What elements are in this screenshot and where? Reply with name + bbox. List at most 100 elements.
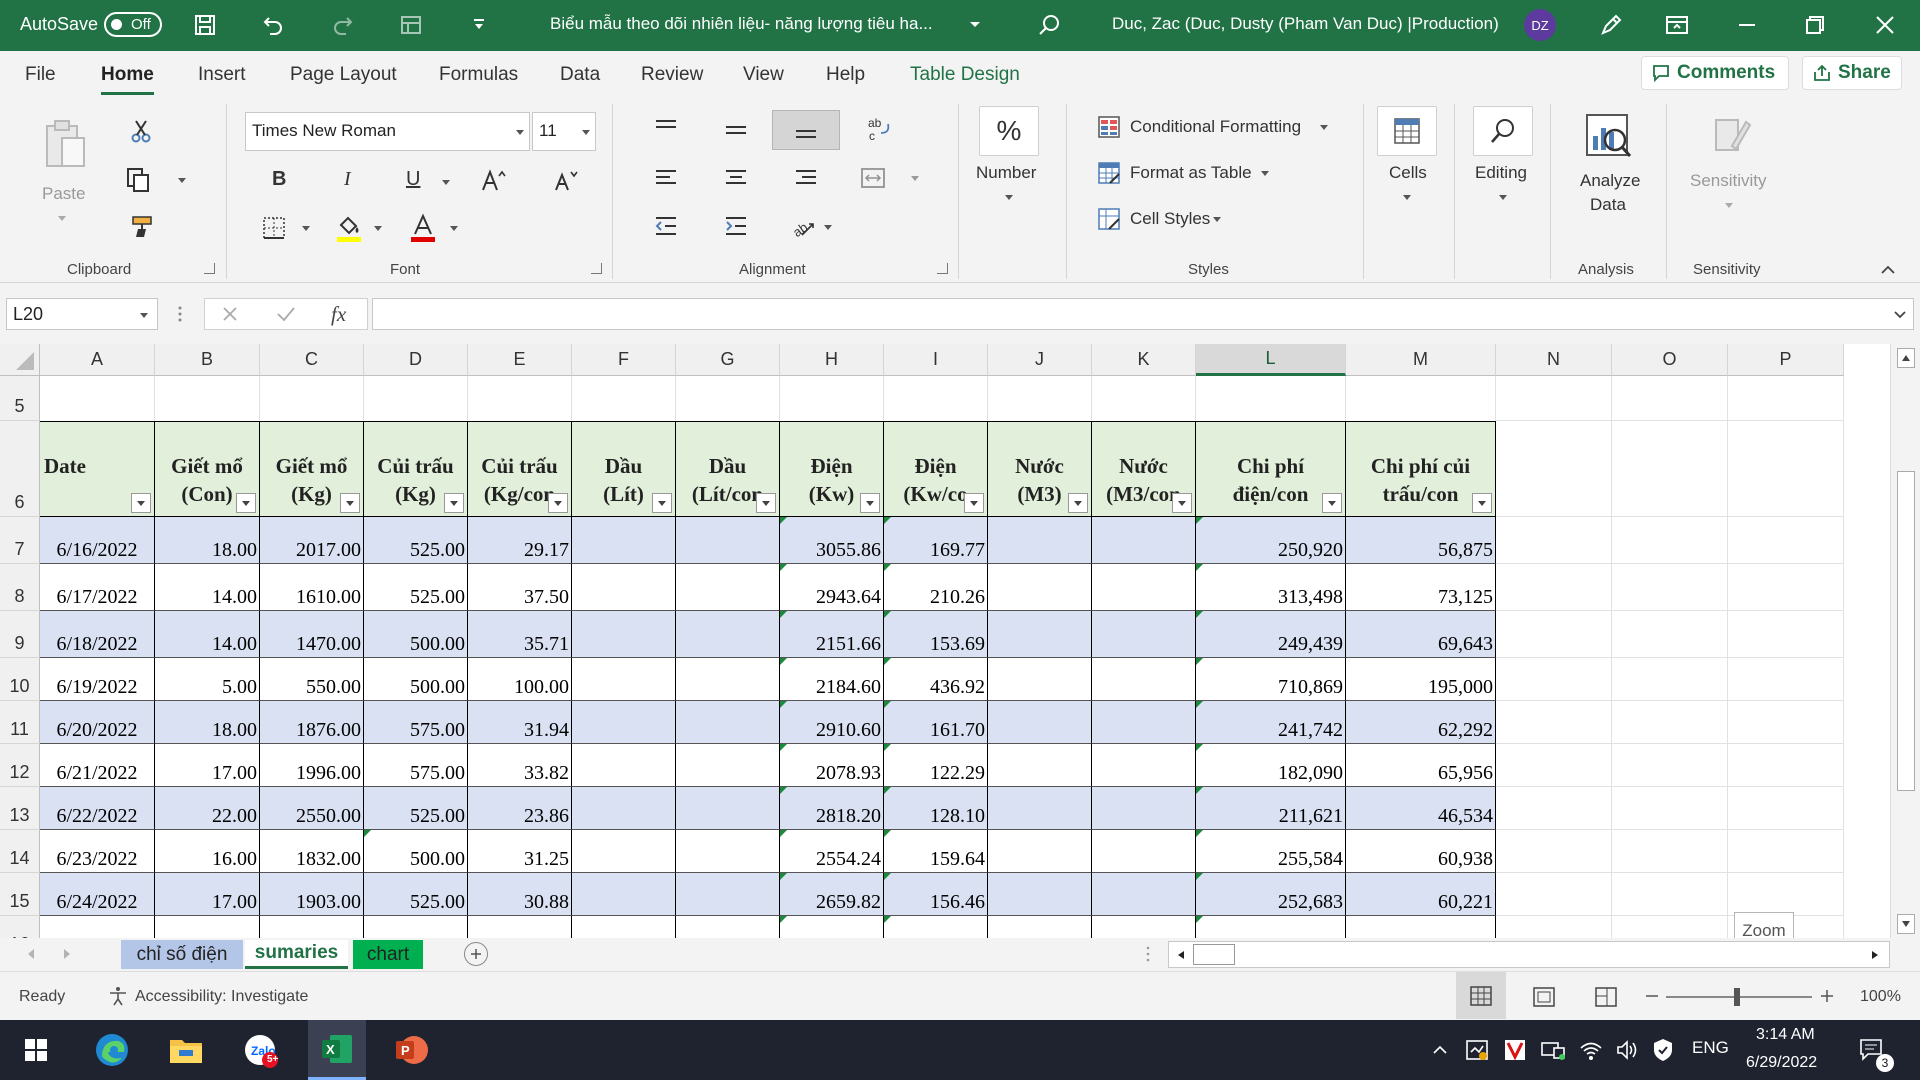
- table-cell[interactable]: 16.00: [155, 830, 260, 873]
- empty-cell[interactable]: [1612, 517, 1728, 564]
- table-cell[interactable]: 22.92: [468, 916, 572, 938]
- top-align-icon[interactable]: [652, 116, 680, 140]
- column-header-f[interactable]: F: [572, 344, 676, 376]
- merge-center-icon[interactable]: [858, 164, 888, 192]
- borders-icon[interactable]: [260, 214, 288, 242]
- empty-cell[interactable]: [1346, 376, 1496, 421]
- table-cell[interactable]: 6/25/2022: [40, 916, 155, 938]
- table-cell[interactable]: 249,439: [1196, 611, 1346, 658]
- share-button[interactable]: Share: [1802, 56, 1902, 90]
- table-cell[interactable]: 2699.52: [780, 916, 884, 938]
- row-header-7[interactable]: 7: [0, 517, 40, 564]
- tab-view[interactable]: View: [743, 64, 784, 86]
- table-cell[interactable]: 2550.00: [260, 787, 364, 830]
- number-dropdown-icon[interactable]: [1005, 195, 1013, 200]
- table-cell[interactable]: 156.46: [884, 873, 988, 916]
- filter-dropdown-icon[interactable]: [860, 493, 880, 513]
- empty-cell[interactable]: [988, 376, 1092, 421]
- font-name-dropdown-icon[interactable]: [516, 130, 524, 135]
- file-explorer-icon[interactable]: [164, 1030, 208, 1070]
- empty-cell[interactable]: [1496, 787, 1612, 830]
- table-cell[interactable]: 550.00: [260, 658, 364, 701]
- table-cell[interactable]: 112.48: [884, 916, 988, 938]
- table-cell[interactable]: [1092, 830, 1196, 873]
- table-cell[interactable]: 65,956: [1346, 744, 1496, 787]
- clock-date[interactable]: 6/29/2022: [1746, 1054, 1817, 1072]
- table-cell[interactable]: 161.70: [884, 701, 988, 744]
- page-layout-view-icon[interactable]: [1520, 984, 1568, 1010]
- alignment-launcher-icon[interactable]: [937, 263, 948, 274]
- empty-cell[interactable]: [676, 376, 780, 421]
- ribbon-display-icon[interactable]: [1662, 10, 1692, 40]
- table-cell[interactable]: 2659.82: [780, 873, 884, 916]
- row-header-16[interactable]: 16: [0, 916, 40, 938]
- sheet-tab-active[interactable]: sumaries: [245, 940, 348, 969]
- conditional-formatting-label[interactable]: Conditional Formatting: [1130, 117, 1301, 137]
- comments-button[interactable]: Comments: [1641, 56, 1789, 90]
- font-name-select[interactable]: Times New Roman: [245, 112, 530, 151]
- number-format-button[interactable]: %: [979, 106, 1039, 156]
- tray-app-icon[interactable]: [1462, 1030, 1492, 1070]
- table-cell[interactable]: 62,292: [1346, 701, 1496, 744]
- wifi-icon[interactable]: [1576, 1030, 1606, 1070]
- filter-dropdown-icon[interactable]: [340, 493, 360, 513]
- paste-label[interactable]: Paste: [42, 184, 85, 204]
- underline-dropdown-icon[interactable]: [442, 180, 450, 185]
- row-header-6[interactable]: 6: [0, 421, 40, 517]
- table-cell[interactable]: 2943.64: [780, 564, 884, 611]
- empty-cell[interactable]: [1612, 564, 1728, 611]
- format-as-table-dropdown-icon[interactable]: [1261, 171, 1269, 176]
- empty-cell[interactable]: [1092, 376, 1196, 421]
- collapse-ribbon-icon[interactable]: [1878, 262, 1898, 278]
- table-cell[interactable]: 550.00: [364, 916, 468, 938]
- cell-styles-label[interactable]: Cell Styles: [1130, 209, 1210, 229]
- table-cell[interactable]: 2078.93: [780, 744, 884, 787]
- table-cell[interactable]: 31.94: [468, 701, 572, 744]
- tab-file[interactable]: File: [25, 64, 56, 86]
- row-header-5[interactable]: 5: [0, 376, 40, 421]
- table-cell[interactable]: 18.00: [155, 701, 260, 744]
- table-header-cell[interactable]: Dầu (Lít): [572, 421, 676, 517]
- column-header-l[interactable]: L: [1196, 344, 1346, 376]
- table-cell[interactable]: 60,938: [1346, 830, 1496, 873]
- excel-taskbar-icon[interactable]: X: [308, 1020, 366, 1080]
- tab-home[interactable]: Home: [101, 64, 154, 95]
- empty-cell[interactable]: [1496, 421, 1612, 517]
- table-cell[interactable]: 1832.00: [260, 830, 364, 873]
- table-cell[interactable]: 169.77: [884, 517, 988, 564]
- conditional-formatting-dropdown-icon[interactable]: [1320, 125, 1328, 130]
- table-cell[interactable]: 31.25: [468, 830, 572, 873]
- increase-indent-icon[interactable]: [722, 212, 750, 240]
- underline-button[interactable]: U: [406, 168, 420, 191]
- table-cell[interactable]: 18.00: [155, 517, 260, 564]
- empty-cell[interactable]: [1612, 701, 1728, 744]
- cancel-icon[interactable]: [218, 302, 242, 326]
- table-cell[interactable]: [1092, 787, 1196, 830]
- table-cell[interactable]: 100.00: [468, 658, 572, 701]
- column-header-n[interactable]: N: [1496, 344, 1612, 376]
- filter-dropdown-icon[interactable]: [236, 493, 256, 513]
- table-cell[interactable]: 56,875: [1346, 517, 1496, 564]
- cells-button[interactable]: [1377, 106, 1437, 156]
- windows-start-icon[interactable]: [14, 1030, 58, 1070]
- table-cell[interactable]: 17.00: [155, 744, 260, 787]
- table-cell[interactable]: [676, 787, 780, 830]
- table-cell[interactable]: 23.86: [468, 787, 572, 830]
- copy-dropdown-icon[interactable]: [178, 178, 186, 183]
- tab-data[interactable]: Data: [560, 64, 600, 86]
- table-cell[interactable]: [676, 611, 780, 658]
- empty-cell[interactable]: [1728, 744, 1844, 787]
- empty-cell[interactable]: [1612, 421, 1728, 517]
- table-cell[interactable]: 525.00: [364, 564, 468, 611]
- prev-sheet-icon[interactable]: [24, 946, 38, 962]
- worksheet-grid[interactable]: ABCDEFGHIJKLMNOP5678910111213141516Date …: [0, 344, 1890, 938]
- table-cell[interactable]: 1903.00: [260, 873, 364, 916]
- table-cell[interactable]: 2554.24: [780, 830, 884, 873]
- table-cell[interactable]: 159.64: [884, 830, 988, 873]
- column-header-i[interactable]: I: [884, 344, 988, 376]
- table-cell[interactable]: [1092, 873, 1196, 916]
- row-header-15[interactable]: 15: [0, 873, 40, 916]
- table-cell[interactable]: [572, 873, 676, 916]
- scroll-right-icon[interactable]: [1865, 944, 1885, 965]
- column-header-d[interactable]: D: [364, 344, 468, 376]
